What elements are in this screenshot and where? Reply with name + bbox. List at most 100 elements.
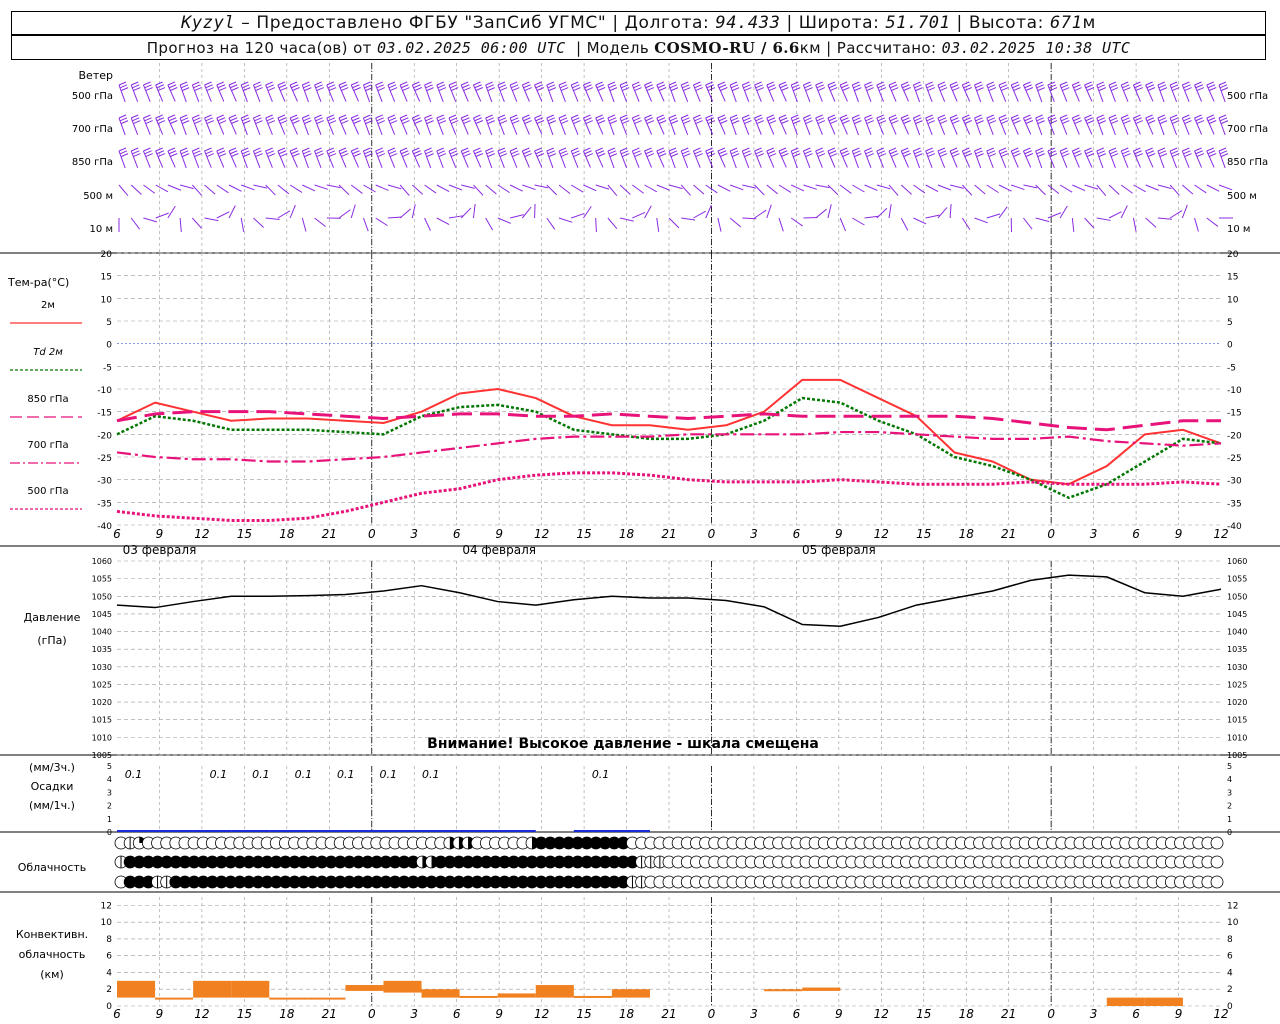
wind-barb-feather — [424, 114, 432, 119]
wind-barb-feather — [1196, 87, 1205, 91]
wind-barb-staff — [1206, 117, 1215, 135]
wind-barbs — [118, 81, 1233, 233]
wind-barb-feather — [743, 117, 751, 122]
wind-barb-feather — [143, 147, 151, 152]
wind-barb-staff — [1047, 184, 1060, 195]
wind-barb-feather — [730, 150, 739, 155]
wind-barb-staff — [668, 217, 680, 229]
wind-barb-staff — [1120, 205, 1128, 219]
wind-barb-feather — [646, 120, 655, 124]
temp-title: Тем-ра(°C) — [7, 276, 69, 289]
wind-barb-feather — [144, 84, 152, 89]
wind-barb-feather — [194, 87, 202, 92]
wind-barb-feather — [511, 150, 519, 155]
precip-tick-right: 3 — [1227, 788, 1232, 797]
wind-barb-feather — [376, 150, 384, 155]
wind-barb-staff — [974, 184, 986, 195]
wind-barb-feather — [280, 153, 288, 157]
wind-barb-staff — [338, 209, 351, 219]
wind-barb-staff — [1084, 84, 1093, 102]
wind-barb-feather — [339, 150, 348, 155]
wind-barb-feather — [964, 87, 972, 91]
wind-barb-feather — [1048, 117, 1057, 122]
convective-bar — [535, 985, 574, 998]
wind-barb-staff — [509, 214, 524, 219]
wind-barb-feather — [499, 87, 508, 92]
wind-barb-feather — [854, 153, 862, 158]
wind-barb-feather — [1085, 117, 1093, 122]
wind-barb-feather — [1072, 81, 1080, 86]
wind-barb-feather — [1023, 81, 1031, 86]
wind-barb-staff — [521, 206, 532, 219]
wind-barb-feather — [827, 114, 836, 119]
wind-barb-staff — [998, 184, 1012, 192]
wind-barb-feather — [949, 147, 958, 152]
wind-barb-feather — [118, 81, 127, 86]
wind-barb-feather — [656, 147, 664, 152]
wind-barb-feather — [437, 84, 446, 89]
wind-barb-feather — [756, 120, 765, 125]
wind-barb-feather — [1025, 153, 1034, 157]
wind-barb-staff — [791, 184, 805, 192]
wind-barb-feather — [559, 84, 568, 89]
wind-barb-feather — [389, 120, 398, 125]
wind-barb-feather — [974, 147, 982, 152]
wind-barb-feather — [267, 120, 276, 125]
precip-tick-right: 2 — [1227, 802, 1232, 811]
wind-barb-feather — [842, 87, 850, 91]
wind-barb-staff — [1157, 184, 1172, 190]
wind-barb-staff — [986, 213, 1001, 219]
temp-series-t2m — [116, 378, 1222, 486]
wind-barb-feather — [891, 153, 899, 157]
wind-barb-feather — [619, 147, 628, 152]
wind-barb-feather — [781, 153, 789, 157]
wind-barb-feather — [1062, 87, 1070, 92]
wind-barb-feather — [963, 117, 971, 122]
wind-barb-staff — [607, 184, 618, 197]
wind-barb-feather — [743, 84, 751, 89]
hour-tick-label: 3 — [1090, 527, 1098, 541]
wind-barb-staff — [228, 84, 237, 102]
wind-barb-feather — [939, 87, 948, 92]
wind-barb-staff — [864, 184, 878, 191]
wind-barb-feather — [509, 81, 518, 86]
wind-barb-staff — [656, 84, 665, 102]
wind-barb-feather — [962, 81, 970, 86]
hour-tick-label: 15 — [916, 527, 931, 541]
wind-barb-staff — [155, 212, 169, 219]
wind-barb-feather — [316, 87, 324, 92]
wind-barb-feather — [805, 153, 813, 158]
wind-barb-staff — [961, 184, 973, 196]
wind-barb-feather — [451, 153, 459, 158]
wind-barb-feather — [266, 117, 274, 122]
wind-barb-staff — [888, 204, 892, 219]
wind-barb-feather — [414, 87, 422, 91]
precip-amount-label: 0.1 — [337, 768, 355, 781]
convective-bar — [117, 980, 156, 998]
wind-barb-feather — [766, 81, 774, 86]
wind-barb-feather — [1157, 114, 1166, 119]
wind-barb-feather — [706, 150, 715, 155]
wind-barb-staff — [314, 217, 326, 228]
wind-barb-staff — [314, 184, 329, 190]
convective-bar — [497, 993, 536, 998]
wind-barb-feather — [718, 150, 727, 155]
precip-bar — [155, 830, 194, 832]
wind-barb-feather — [1025, 87, 1034, 91]
wind-barb-staff — [534, 150, 543, 168]
wind-barb-feather — [816, 150, 824, 155]
wind-barb-feather — [143, 81, 151, 86]
wind-barb-feather — [461, 114, 469, 119]
wind-barb-feather — [388, 150, 397, 155]
pressure-tick-right: 1005 — [1227, 751, 1247, 760]
wind-barb-feather — [316, 120, 324, 125]
wind-barb-feather — [486, 84, 494, 89]
hour-tick-label: 12 — [1213, 527, 1228, 541]
wind-barb-staff — [240, 217, 245, 232]
wind-level-label: 850 гПа — [72, 157, 113, 168]
wind-barb-feather — [1183, 117, 1191, 122]
wind-barb-feather — [596, 117, 605, 122]
hour-tick-label: 12 — [534, 527, 549, 541]
wind-barb-feather — [1147, 153, 1156, 157]
temp-tick-right: 10 — [1227, 295, 1239, 305]
